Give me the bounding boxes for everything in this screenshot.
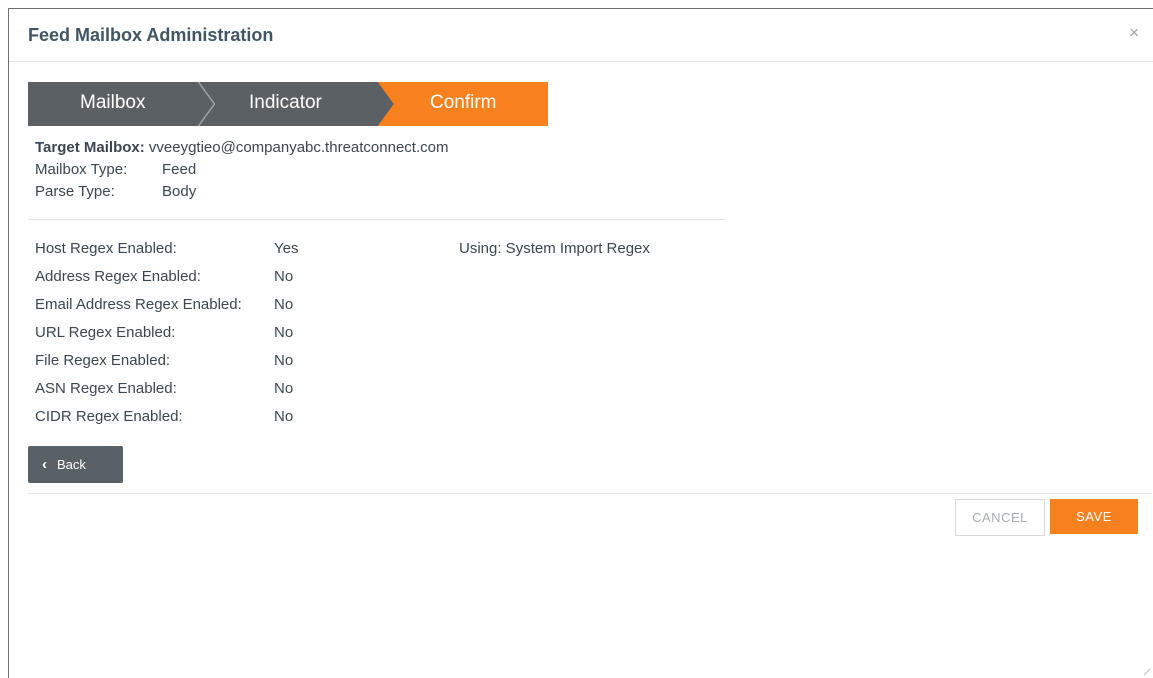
parse-type-row: Parse Type: Body <box>35 181 448 203</box>
save-button[interactable]: SAVE <box>1050 499 1138 534</box>
parse-type-label: Parse Type: <box>35 183 115 200</box>
mailbox-type-value: Feed <box>162 161 197 178</box>
mailbox-type-label: Mailbox Type: <box>35 161 128 178</box>
target-mailbox-label: Target Mailbox: <box>35 139 145 156</box>
regex-label: Email Address Regex Enabled: <box>35 296 242 313</box>
regex-value: No <box>274 324 294 341</box>
regex-value: No <box>274 268 294 285</box>
regex-row-cidr: CIDR Regex Enabled: No <box>35 406 293 434</box>
target-mailbox-value: vveeygtieo@companyabc.threatconnect.com <box>148 139 449 156</box>
regex-label: CIDR Regex Enabled: <box>35 408 183 425</box>
feed-mailbox-dialog: Feed Mailbox Administration × Mailbox In… <box>8 8 1153 678</box>
step-mailbox[interactable]: Mailbox <box>80 92 145 114</box>
regex-row-email-address: Email Address Regex Enabled: No <box>35 294 293 322</box>
regex-label: File Regex Enabled: <box>35 352 171 369</box>
mailbox-summary: Target Mailbox: vveeygtieo@companyabc.th… <box>35 137 448 203</box>
cancel-button[interactable]: CANCEL <box>955 499 1045 536</box>
regex-value: No <box>274 408 294 425</box>
regex-label: Address Regex Enabled: <box>35 268 201 285</box>
regex-value: No <box>274 296 294 313</box>
regex-settings: Host Regex Enabled: Yes Using: System Im… <box>35 238 650 434</box>
regex-value: Yes <box>274 240 299 257</box>
mailbox-type-row: Mailbox Type: Feed <box>35 159 448 181</box>
regex-row-asn: ASN Regex Enabled: No <box>35 378 293 406</box>
parse-type-value: Body <box>162 183 197 200</box>
regex-row-host: Host Regex Enabled: Yes Using: System Im… <box>35 238 650 266</box>
regex-row-address: Address Regex Enabled: No <box>35 266 293 294</box>
footer-divider <box>28 493 1152 494</box>
target-mailbox-row: Target Mailbox: vveeygtieo@companyabc.th… <box>35 137 448 159</box>
dialog-title: Feed Mailbox Administration <box>28 25 274 45</box>
close-icon[interactable]: × <box>1129 23 1139 43</box>
regex-row-url: URL Regex Enabled: No <box>35 322 293 350</box>
regex-value: No <box>274 352 294 369</box>
wizard-steps: Mailbox Indicator Confirm <box>28 82 548 126</box>
regex-value: No <box>274 380 294 397</box>
chevron-left-icon: ‹ <box>42 456 47 473</box>
step-indicator[interactable]: Indicator <box>249 92 322 114</box>
resize-grip-icon[interactable] <box>1143 668 1151 676</box>
back-button[interactable]: ‹ Back <box>28 446 123 483</box>
dialog-header: Feed Mailbox Administration × <box>9 9 1153 62</box>
summary-divider <box>28 219 726 220</box>
regex-source-text: Using: System Import Regex <box>459 240 650 257</box>
back-button-label: Back <box>57 457 86 472</box>
regex-row-file: File Regex Enabled: No <box>35 350 293 378</box>
regex-label: URL Regex Enabled: <box>35 324 176 341</box>
regex-label: ASN Regex Enabled: <box>35 380 177 397</box>
step-confirm[interactable]: Confirm <box>430 92 497 114</box>
regex-label: Host Regex Enabled: <box>35 240 177 257</box>
